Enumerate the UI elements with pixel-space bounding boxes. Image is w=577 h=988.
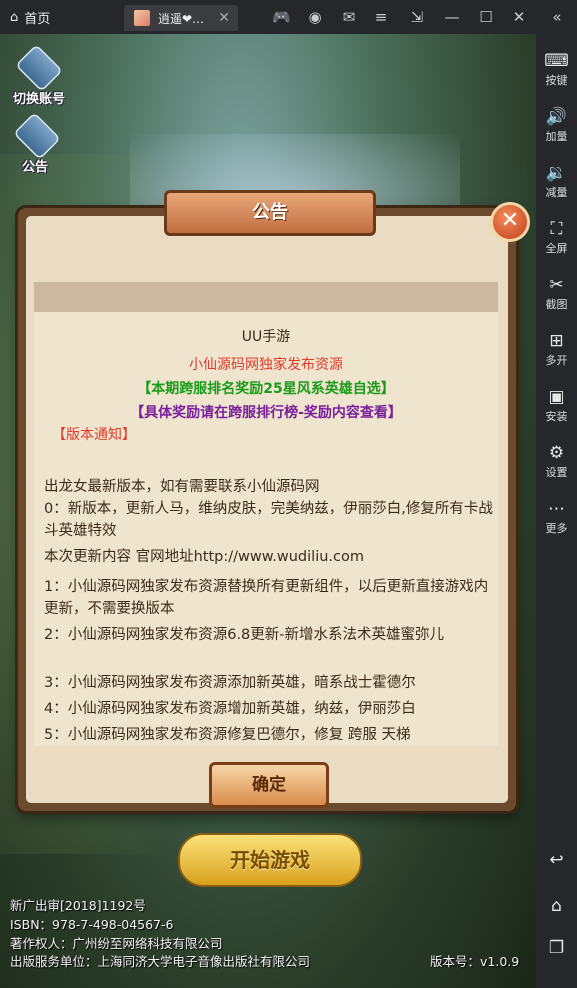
game-viewport: 切换账号 公告 公告 ✕ UU手游 小仙源码网独家发布资源 【本期跨服排名奖励2… <box>0 34 536 988</box>
sidebar-label: 减量 <box>545 186 568 199</box>
home-icon: ⌂ <box>10 10 19 25</box>
announcement-header: UU手游 <box>241 329 291 345</box>
announcement-dialog: 公告 ✕ UU手游 小仙源码网独家发布资源 【本期跨服排名奖励25星风系英雄自选… <box>18 190 530 811</box>
sidebar-item-fullscreen[interactable]: ⛶ 全屏 <box>536 218 577 256</box>
notice-button[interactable]: 公告 <box>12 112 61 175</box>
sidebar-item-install[interactable]: ▣ 安装 <box>536 386 577 424</box>
home-tab[interactable]: ⌂ 首页 <box>10 8 50 27</box>
more-icon: ⋯ <box>548 499 565 519</box>
mail-icon[interactable]: ✉ <box>340 8 358 26</box>
confirm-button[interactable]: 确定 <box>209 762 329 808</box>
sidebar-label: 更多 <box>545 522 568 535</box>
collapse-sidebar-icon[interactable]: « <box>548 8 566 26</box>
sidebar-item-volume-down[interactable]: 🔉 减量 <box>536 162 577 200</box>
approval-number: 新广出审[2018]1192号 <box>10 898 146 913</box>
switch-account-button[interactable]: 切换账号 <box>8 44 70 107</box>
back-icon[interactable]: ↩ <box>536 850 577 870</box>
announcement-red-line: 小仙源码网独家发布资源 <box>189 357 343 373</box>
volume-down-icon: 🔉 <box>545 163 568 183</box>
sidebar-item-multi[interactable]: ⊞ 多开 <box>536 330 577 368</box>
sidebar-item-keys[interactable]: ⌨ 按键 <box>536 50 577 88</box>
emulator-titlebar: ⌂ 首页 逍遥❤… ✕ 🎮 ◉ ✉ ≡ ⇲ — ☐ ✕ « <box>0 0 577 34</box>
start-game-button[interactable]: 开始游戏 <box>178 833 362 887</box>
close-icon[interactable]: ✕ <box>510 8 528 26</box>
sidebar-item-settings[interactable]: ⚙ 设置 <box>536 442 577 480</box>
sidebar-label: 按键 <box>545 74 568 87</box>
notice-label: 公告 <box>21 160 48 175</box>
home-tab-label: 首页 <box>24 12 51 27</box>
sidebar-item-more[interactable]: ⋯ 更多 <box>536 498 577 536</box>
isbn: ISBN：978-7-498-04567-6 <box>10 917 174 932</box>
announcement-green-line: 【本期跨服排名奖励25星风系英雄自选】 <box>137 381 395 397</box>
switch-account-label: 切换账号 <box>12 92 65 107</box>
game-thumbnail-icon <box>134 10 150 26</box>
announcement-purple-line: 【具体奖励请在跨服排行榜-奖励内容查看】 <box>130 405 402 421</box>
megaphone-icon <box>13 112 61 160</box>
sidebar-label: 加量 <box>545 130 568 143</box>
announcement-paragraph: 本次更新内容 官网地址http://www.wudiliu.com <box>44 549 364 565</box>
menu-icon[interactable]: ≡ <box>372 8 390 26</box>
game-tab[interactable]: 逍遥❤… ✕ <box>124 5 238 31</box>
user-icon[interactable]: ◉ <box>306 8 324 26</box>
dialog-close-button[interactable]: ✕ <box>490 202 530 242</box>
sidebar-item-volume-up[interactable]: 🔊 加量 <box>536 106 577 144</box>
home-icon[interactable]: ⌂ <box>536 896 577 916</box>
announcement-paragraph: 2：小仙源码网独家发布资源6.8更新-新增水系法术英雄蜜弥儿 <box>44 627 445 643</box>
announcement-paragraph: 4：小仙源码网独家发布资源增加新英雄，纳兹，伊丽莎白 <box>44 701 416 717</box>
tab-close-icon[interactable]: ✕ <box>218 10 230 26</box>
announcement-paragraph: 5：小仙源码网独家发布资源修复巴德尔，修复 跨服 天梯 <box>44 727 411 743</box>
emulator-sidebar: ⌨ 按键 🔊 加量 🔉 减量 ⛶ 全屏 ✂ 截图 ⊞ 多开 ▣ 安装 ⚙ 设置 … <box>536 34 577 988</box>
publisher: 出版服务单位：上海同济大学电子音像出版社有限公司 <box>10 954 311 969</box>
version-notice-heading: 【版本通知】 <box>52 427 136 443</box>
gear-icon: ⚙ <box>548 443 565 463</box>
account-icon <box>15 44 63 92</box>
sidebar-label: 截图 <box>545 298 568 311</box>
scissors-icon: ✂ <box>549 275 564 295</box>
fullscreen-exit-icon[interactable]: ⇲ <box>408 8 426 26</box>
maximize-icon[interactable]: ☐ <box>477 8 495 26</box>
dialog-title: 公告 <box>164 190 376 236</box>
copyright-holder: 著作权人：广州纷至网络科技有限公司 <box>10 936 223 951</box>
version-number: 版本号：v1.0.9 <box>430 954 520 969</box>
apk-icon: ▣ <box>548 387 565 407</box>
announcement-scroll-area[interactable]: UU手游 小仙源码网独家发布资源 【本期跨服排名奖励25星风系英雄自选】 【具体… <box>34 282 498 746</box>
announcement-paragraph: 3：小仙源码网独家发布资源添加新英雄，暗系战士霍德尔 <box>44 675 416 691</box>
sidebar-label: 多开 <box>545 354 568 367</box>
announcement-paragraph: 1：小仙源码网独家发布资源替换所有更新组件，以后更新直接游戏内更新，不需要换版本 <box>44 579 489 617</box>
content-header-bar <box>34 282 498 312</box>
sidebar-item-screenshot[interactable]: ✂ 截图 <box>536 274 577 312</box>
volume-up-icon: 🔊 <box>545 107 568 127</box>
keyboard-icon: ⌨ <box>544 51 569 71</box>
announcement-paragraph: 0：新版本，更新人马，维纳皮肤，完美纳兹，伊丽莎白,修复所有卡战斗英雄特效 <box>44 501 493 539</box>
minimize-icon[interactable]: — <box>443 8 461 26</box>
fullscreen-icon: ⛶ <box>550 219 563 239</box>
game-tab-label: 逍遥❤… <box>158 11 205 26</box>
recent-apps-icon[interactable]: ❐ <box>536 938 577 958</box>
sidebar-label: 安装 <box>545 410 568 423</box>
announcement-paragraph: 出龙女最新版本，如有需要联系小仙源码网 <box>44 479 320 495</box>
sidebar-label: 全屏 <box>545 242 568 255</box>
gamepad-icon[interactable]: 🎮 <box>272 8 291 26</box>
sidebar-label: 设置 <box>545 466 568 479</box>
multi-instance-icon: ⊞ <box>549 331 564 351</box>
